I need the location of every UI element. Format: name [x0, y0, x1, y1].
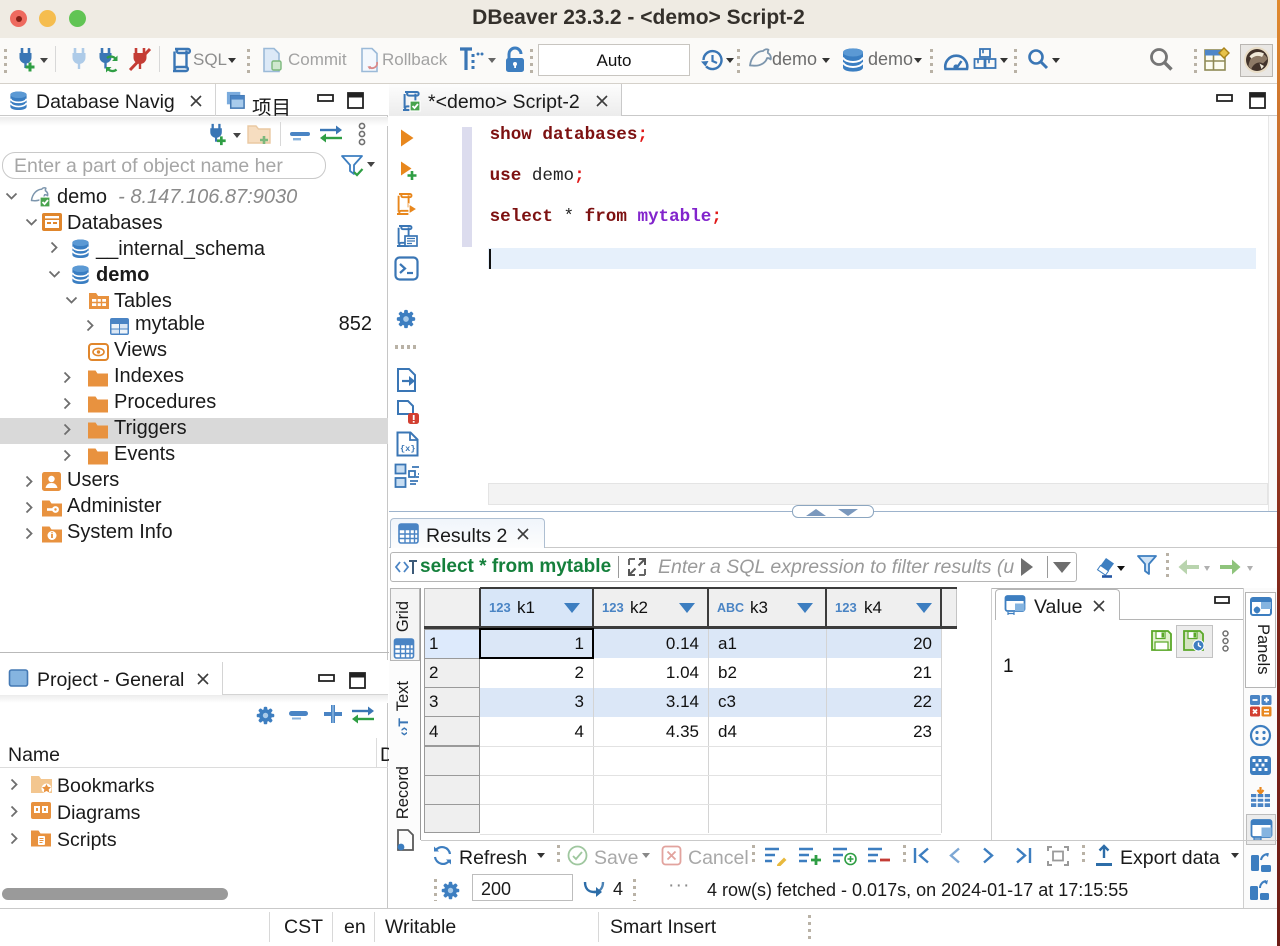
- svg-text:{x}: {x}: [400, 444, 415, 454]
